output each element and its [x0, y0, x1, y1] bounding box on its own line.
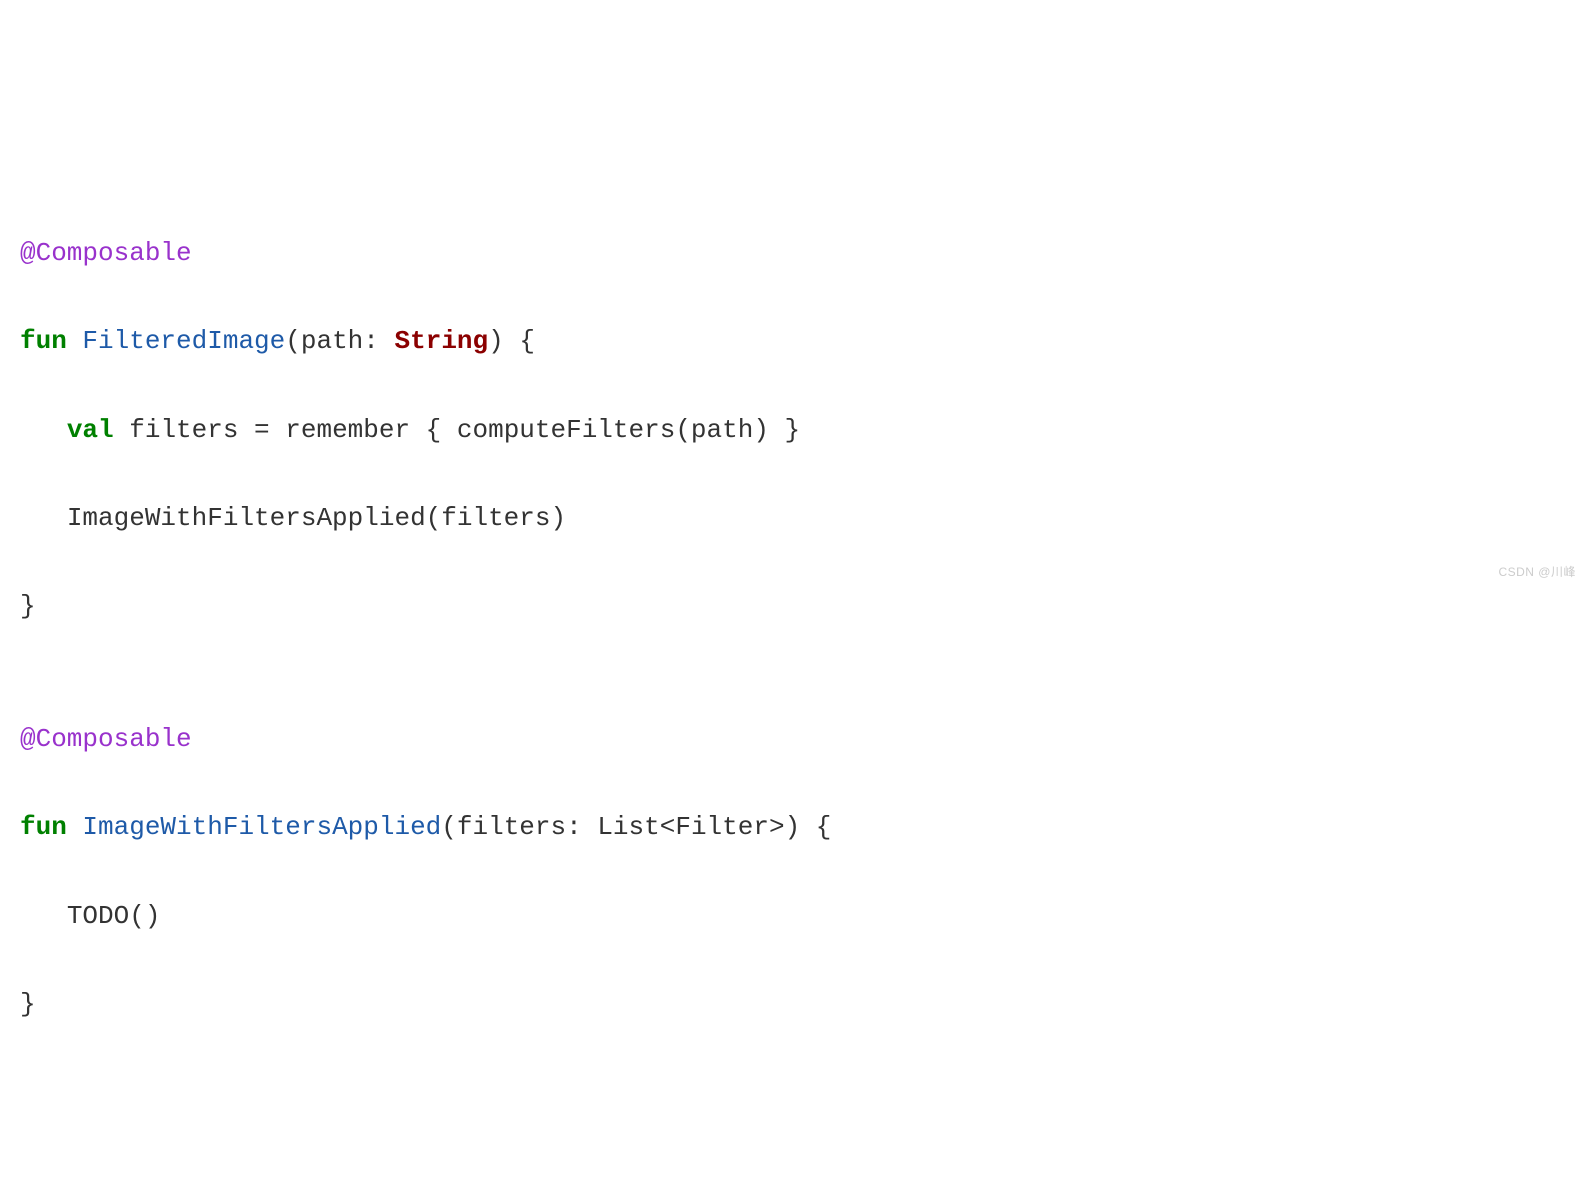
- type-name: List<Filter>: [597, 812, 784, 842]
- param-name: filters: [457, 812, 566, 842]
- keyword-val: val: [67, 415, 114, 445]
- function-call: ImageWithFiltersApplied(filters): [67, 503, 566, 533]
- colon: :: [363, 326, 394, 356]
- brace-close: }: [20, 989, 36, 1019]
- code-line-8: fun ImageWithFiltersApplied(filters: Lis…: [20, 805, 1574, 849]
- function-call: TODO(): [67, 901, 161, 931]
- code-line-1: @Composable: [20, 231, 1574, 275]
- indent: [20, 901, 67, 931]
- colon: :: [566, 812, 597, 842]
- code-line-5: }: [20, 584, 1574, 628]
- paren-close-brace: ) {: [488, 326, 535, 356]
- paren-open: (: [441, 812, 457, 842]
- annotation-composable: @Composable: [20, 724, 192, 754]
- brace-close: }: [20, 591, 36, 621]
- function-name: FilteredImage: [82, 326, 285, 356]
- keyword-fun: fun: [20, 812, 67, 842]
- expression: filters = remember { computeFilters(path…: [129, 415, 800, 445]
- indent: [20, 503, 67, 533]
- keyword-fun: fun: [20, 326, 67, 356]
- code-line-3: val filters = remember { computeFilters(…: [20, 408, 1574, 452]
- type-name: String: [395, 326, 489, 356]
- space: [114, 415, 130, 445]
- code-block: @Composable fun FilteredImage(path: Stri…: [20, 187, 1574, 1071]
- code-line-9: TODO(): [20, 894, 1574, 938]
- code-line-2: fun FilteredImage(path: String) {: [20, 319, 1574, 363]
- code-line-4: ImageWithFiltersApplied(filters): [20, 496, 1574, 540]
- paren-open: (: [285, 326, 301, 356]
- param-name: path: [301, 326, 363, 356]
- function-name: ImageWithFiltersApplied: [82, 812, 441, 842]
- paren-close-brace: ) {: [785, 812, 832, 842]
- annotation-composable: @Composable: [20, 238, 192, 268]
- watermark-text: CSDN @川峰: [1498, 562, 1576, 582]
- code-line-7: @Composable: [20, 717, 1574, 761]
- code-line-10: }: [20, 982, 1574, 1026]
- indent: [20, 415, 67, 445]
